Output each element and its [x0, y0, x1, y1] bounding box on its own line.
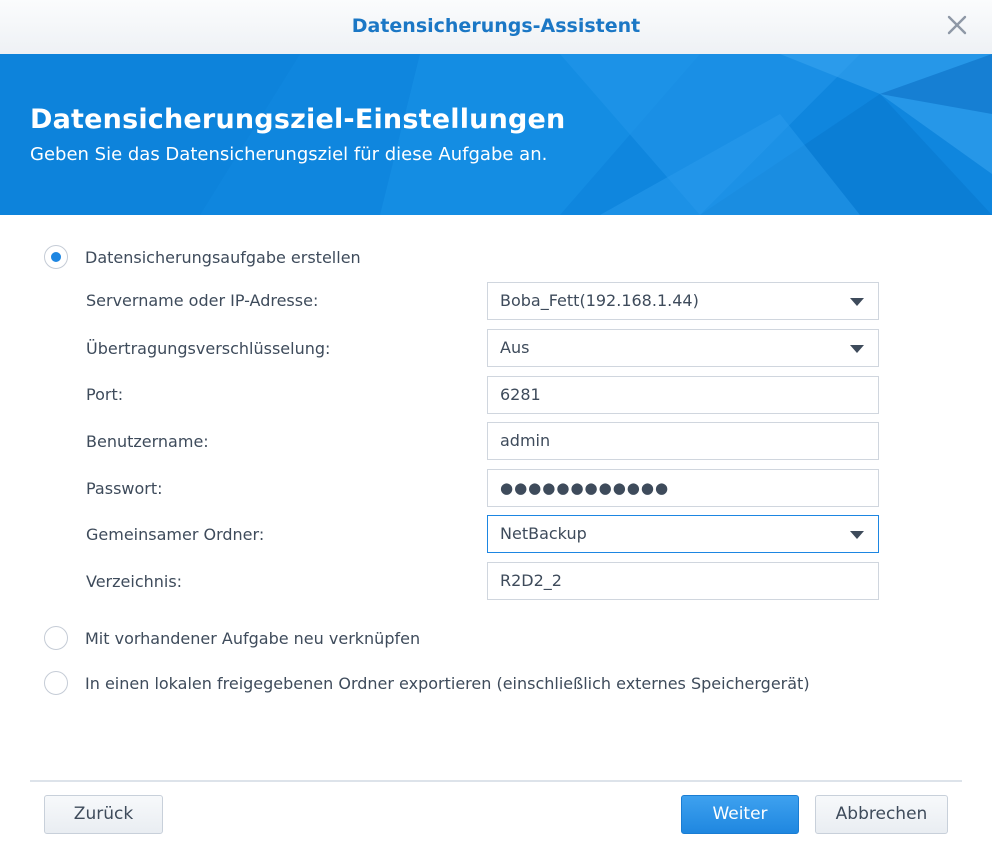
password-value: ●●●●●●●●●●●●: [500, 479, 670, 497]
title-bar: Datensicherungs-Assistent: [0, 0, 992, 55]
username-value: admin: [500, 431, 551, 450]
banner-heading: Datensicherungsziel-Einstellungen: [30, 104, 566, 135]
password-input[interactable]: ●●●●●●●●●●●●: [487, 469, 879, 507]
shared-folder-value: NetBackup: [500, 524, 587, 543]
username-label: Benutzername:: [86, 432, 209, 451]
directory-input[interactable]: R2D2_2: [487, 562, 879, 600]
header-banner: Datensicherungsziel-Einstellungen Geben …: [0, 54, 992, 215]
chevron-down-icon: [850, 298, 864, 306]
footer-divider: [30, 780, 962, 782]
export-local-label: In einen lokalen freigegebenen Ordner ex…: [85, 673, 810, 693]
banner-subheading: Geben Sie das Datensicherungsziel für di…: [30, 144, 548, 165]
chevron-down-icon: [850, 345, 864, 353]
window-title: Datensicherungs-Assistent: [351, 15, 641, 37]
back-button[interactable]: Zurück: [44, 795, 163, 834]
close-icon[interactable]: [944, 12, 970, 38]
option-create-task[interactable]: Datensicherungsaufgabe erstellen: [44, 243, 361, 271]
option-relink-task[interactable]: Mit vorhandener Aufgabe neu verknüpfen: [44, 624, 420, 652]
shared-folder-label: Gemeinsamer Ordner:: [86, 525, 265, 544]
encryption-value: Aus: [500, 338, 530, 357]
port-label: Port:: [86, 385, 124, 404]
directory-label: Verzeichnis:: [86, 572, 183, 591]
server-label: Servername oder IP-Adresse:: [86, 291, 319, 310]
next-button[interactable]: Weiter: [681, 795, 799, 834]
server-select[interactable]: Boba_Fett(192.168.1.44): [487, 282, 879, 320]
cancel-button[interactable]: Abbrechen: [815, 795, 948, 834]
directory-value: R2D2_2: [500, 571, 562, 590]
chevron-down-icon: [850, 531, 864, 539]
backup-wizard-dialog: Datensicherungs-Assistent Datensicherung…: [0, 0, 992, 846]
relink-task-label: Mit vorhandener Aufgabe neu verknüpfen: [85, 628, 421, 648]
password-label: Passwort:: [86, 479, 163, 498]
port-value: 6281: [500, 385, 541, 404]
create-task-radio[interactable]: [44, 245, 68, 269]
create-task-label: Datensicherungsaufgabe erstellen: [85, 247, 361, 267]
encryption-select[interactable]: Aus: [487, 329, 879, 367]
encryption-label: Übertragungsverschlüsselung:: [86, 339, 331, 358]
username-input[interactable]: admin: [487, 422, 879, 460]
shared-folder-select[interactable]: NetBackup: [487, 515, 879, 553]
option-export-local[interactable]: In einen lokalen freigegebenen Ordner ex…: [44, 669, 810, 697]
server-value: Boba_Fett(192.168.1.44): [500, 291, 699, 310]
export-local-radio[interactable]: [44, 671, 68, 695]
port-input[interactable]: 6281: [487, 376, 879, 414]
relink-task-radio[interactable]: [44, 626, 68, 650]
